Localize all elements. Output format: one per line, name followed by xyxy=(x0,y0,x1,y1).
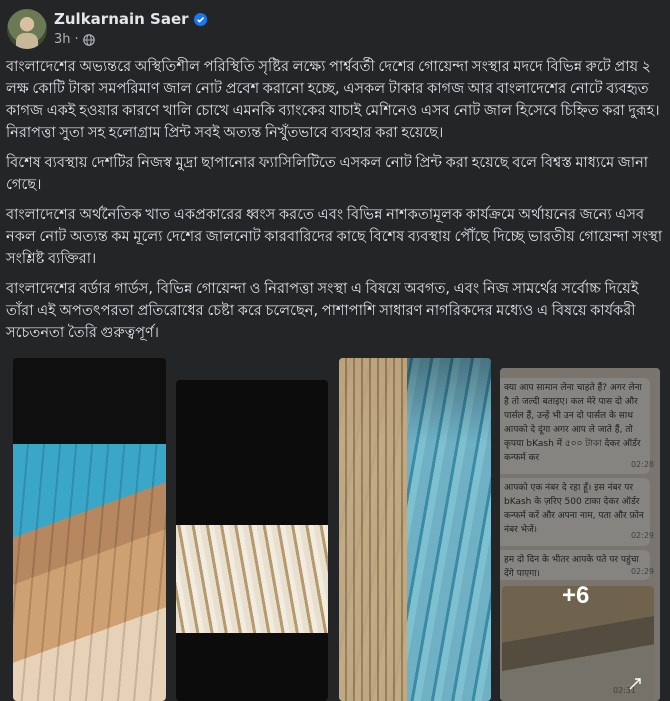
post-paragraph: বাংলাদেশের অর্থনৈতিক খাত একপ্রকারের ধ্বং… xyxy=(6,206,663,267)
post-meta: 3h · xyxy=(54,32,95,47)
gallery-photo[interactable] xyxy=(13,358,166,701)
author-name[interactable]: Zulkarnain Saer xyxy=(54,10,189,28)
post-paragraph: বাংলাদেশের বর্ডার গার্ডস, বিভিন্ন গোয়েন… xyxy=(6,280,639,341)
gallery-photo-more[interactable]: क्या आप सामान लेना चाहते हैं? अगर लेना ह… xyxy=(500,368,660,701)
more-photos-count[interactable]: +6 xyxy=(562,582,589,610)
verified-badge-icon xyxy=(193,12,207,26)
more-overlay xyxy=(500,368,660,701)
photo-gallery: क्या आप सामान लेना चाहते हैं? अगर लेना ह… xyxy=(0,356,670,701)
post-paragraph: বিশেষ ব্যবস্থায় দেশটির নিজস্ব মুদ্রা ছা… xyxy=(6,154,649,193)
post-time[interactable]: 3h xyxy=(54,32,71,47)
expand-icon xyxy=(629,678,641,690)
globe-icon[interactable] xyxy=(82,33,95,46)
avatar[interactable] xyxy=(7,9,47,49)
currency-bundles-image xyxy=(176,525,328,633)
gallery-photo[interactable] xyxy=(339,358,491,701)
post-header: Zulkarnain Saer 3h · xyxy=(0,0,670,54)
author-row: Zulkarnain Saer xyxy=(54,10,207,28)
post-text: বাংলাদেশের অভ্যন্তরে অস্থিতিশীল পরিস্থিত… xyxy=(6,56,666,352)
post-paragraph: বাংলাদেশের অভ্যন্তরে অস্থিতিশীল পরিস্থিত… xyxy=(6,58,660,141)
meta-separator: · xyxy=(74,32,79,47)
gallery-photo[interactable] xyxy=(176,380,328,701)
currency-stack-image xyxy=(339,358,491,701)
currency-notes-image xyxy=(13,444,166,701)
